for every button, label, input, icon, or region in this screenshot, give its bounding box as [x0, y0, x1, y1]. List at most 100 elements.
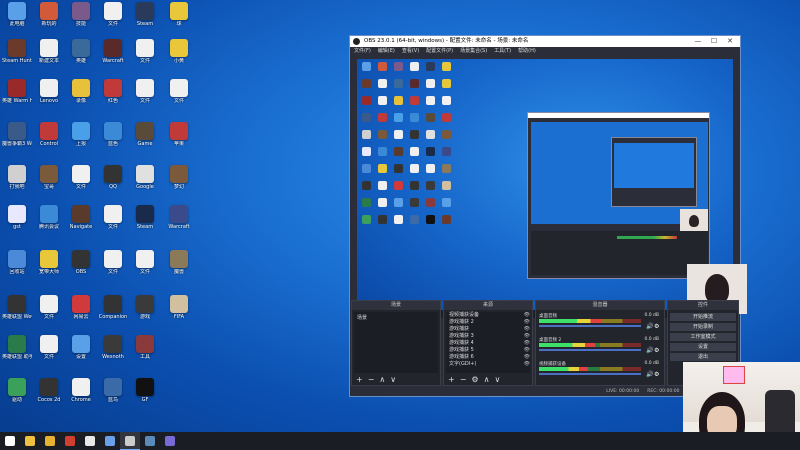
- add-source-icon[interactable]: +: [448, 375, 455, 384]
- taskbar-doc-button[interactable]: [100, 432, 120, 450]
- volume-slider[interactable]: [539, 325, 641, 327]
- visibility-eye-icon[interactable]: 👁: [516, 312, 530, 319]
- desktop-icon[interactable]: 英雄联盟 助手: [2, 335, 32, 360]
- source-item[interactable]: 文字(GDI+) 👁: [446, 361, 530, 368]
- remove-scene-icon[interactable]: −: [368, 375, 375, 384]
- source-item[interactable]: 游戏捕获 5 👁: [446, 347, 530, 354]
- source-item[interactable]: 游戏捕获 2 👁: [446, 319, 530, 326]
- source-settings-icon[interactable]: ⚙: [471, 375, 478, 384]
- desktop-icon[interactable]: 此电脑: [2, 2, 32, 27]
- taskbar-windows-start-button[interactable]: [0, 432, 20, 450]
- gear-icon[interactable]: ⚙: [654, 323, 660, 330]
- desktop-icon[interactable]: Control: [34, 122, 64, 147]
- desktop-icon[interactable]: 蓝鸟: [98, 378, 128, 403]
- close-button[interactable]: ✕: [722, 36, 738, 47]
- source-item[interactable]: 游戏捕获 👁: [446, 326, 530, 333]
- move-up-icon[interactable]: ∧: [379, 375, 385, 384]
- move-up-icon[interactable]: ∧: [484, 375, 490, 384]
- desktop-icon[interactable]: 文件: [130, 250, 160, 275]
- desktop-icon[interactable]: 梦幻: [164, 165, 194, 190]
- desktop-icon[interactable]: 新建文本: [34, 39, 64, 64]
- speaker-icon[interactable]: 🔊: [646, 371, 653, 378]
- menu-edit[interactable]: 编辑(E): [378, 47, 395, 56]
- desktop-icon[interactable]: Steam: [130, 205, 160, 230]
- volume-slider[interactable]: [539, 349, 641, 351]
- desktop-icon[interactable]: OBS: [66, 250, 96, 275]
- visibility-eye-icon[interactable]: 👁: [516, 326, 530, 333]
- desktop-icon[interactable]: Wesnoth: [98, 335, 128, 360]
- desktop-icon[interactable]: QQ: [98, 165, 128, 190]
- obs-window[interactable]: OBS 23.0.1 (64-bit, windows) - 配置文件: 未命名…: [349, 35, 747, 397]
- settings-button[interactable]: 设置: [670, 343, 736, 351]
- desktop-icon[interactable]: 录像: [66, 79, 96, 104]
- source-item[interactable]: 视频捕获设备 👁: [446, 312, 530, 319]
- desktop-icon[interactable]: 文件: [34, 335, 64, 360]
- move-down-icon[interactable]: ∨: [390, 375, 396, 384]
- taskbar-steam-button[interactable]: [140, 432, 160, 450]
- visibility-eye-icon[interactable]: 👁: [516, 354, 530, 361]
- scene-item[interactable]: 场景: [354, 312, 438, 323]
- desktop-icon[interactable]: 新玩的: [34, 2, 64, 27]
- desktop-icon[interactable]: Game: [130, 122, 160, 147]
- desktop-icon[interactable]: 腾讯会议: [34, 205, 64, 230]
- desktop-icon[interactable]: 游戏: [130, 295, 160, 320]
- move-down-icon[interactable]: ∨: [494, 375, 500, 384]
- gear-icon[interactable]: ⚙: [654, 347, 660, 354]
- studio-mode-button[interactable]: 工作室模式: [670, 333, 736, 341]
- desktop-icon[interactable]: 小黄: [164, 39, 194, 64]
- desktop-icon[interactable]: 红色: [98, 79, 128, 104]
- desktop-icon[interactable]: 文件: [130, 79, 160, 104]
- desktop-icon[interactable]: 文件: [34, 295, 64, 320]
- desktop-icon[interactable]: 魔兽: [164, 250, 194, 275]
- maximize-button[interactable]: ☐: [706, 36, 722, 47]
- volume-slider[interactable]: [539, 373, 641, 375]
- add-scene-icon[interactable]: +: [356, 375, 363, 384]
- remove-source-icon[interactable]: −: [460, 375, 467, 384]
- source-item[interactable]: 游戏捕获 6 👁: [446, 354, 530, 361]
- desktop-icon[interactable]: 魔兽争霸3 World Editor: [2, 122, 32, 147]
- visibility-eye-icon[interactable]: 👁: [516, 333, 530, 340]
- taskbar-obs-button[interactable]: [120, 432, 140, 450]
- gear-icon[interactable]: ⚙: [654, 371, 660, 378]
- speaker-icon[interactable]: 🔊: [646, 347, 653, 354]
- taskbar-folder-button[interactable]: [40, 432, 60, 450]
- desktop-icon[interactable]: 设置: [66, 335, 96, 360]
- visibility-eye-icon[interactable]: 👁: [516, 319, 530, 326]
- desktop-icon[interactable]: gst: [2, 205, 32, 230]
- desktop-icon[interactable]: 文件: [130, 39, 160, 64]
- obs-title-bar[interactable]: OBS 23.0.1 (64-bit, windows) - 配置文件: 未命名…: [350, 36, 740, 47]
- desktop-icon[interactable]: 宽带大师: [34, 250, 64, 275]
- desktop-icon[interactable]: 文件: [66, 165, 96, 190]
- desktop-icon[interactable]: 文件: [98, 250, 128, 275]
- desktop-icon[interactable]: 蓝色: [98, 122, 128, 147]
- menu-scene-collection[interactable]: 场景集合(S): [460, 47, 487, 56]
- visibility-eye-icon[interactable]: 👁: [516, 347, 530, 354]
- desktop-icon[interactable]: 网易云: [66, 295, 96, 320]
- start-recording-button[interactable]: 开始录制: [670, 323, 736, 331]
- desktop-icon[interactable]: 英雄 Warm Hero: [2, 79, 32, 104]
- desktop-icon[interactable]: 文件: [98, 2, 128, 27]
- source-item[interactable]: 游戏捕获 4 👁: [446, 340, 530, 347]
- desktop-icon[interactable]: Companion: [98, 295, 128, 320]
- taskbar-app-button[interactable]: [160, 432, 180, 450]
- speaker-icon[interactable]: 🔊: [646, 323, 653, 330]
- desktop-icon[interactable]: 文件: [164, 79, 194, 104]
- desktop-icon[interactable]: Google: [130, 165, 160, 190]
- menu-tools[interactable]: 工具(T): [494, 47, 511, 56]
- menu-file[interactable]: 文件(F): [354, 47, 371, 56]
- desktop-icon[interactable]: Warcraft: [98, 39, 128, 64]
- taskbar-file-explorer-button[interactable]: [20, 432, 40, 450]
- taskbar-chrome-button[interactable]: [60, 432, 80, 450]
- desktop-icon[interactable]: GF: [130, 378, 160, 403]
- minimize-button[interactable]: —: [690, 36, 706, 47]
- desktop-icon[interactable]: FIFA: [164, 295, 194, 320]
- desktop-icon[interactable]: Steam Hunter: [2, 39, 32, 64]
- desktop-icon[interactable]: 驱动: [2, 378, 32, 403]
- menu-help[interactable]: 帮助(H): [518, 47, 536, 56]
- desktop-icon[interactable]: 回收站: [2, 250, 32, 275]
- desktop-icon[interactable]: 英雄: [66, 39, 96, 64]
- desktop-icon[interactable]: 打我吧: [2, 165, 32, 190]
- desktop-icon[interactable]: Steam: [130, 2, 160, 27]
- source-item[interactable]: 游戏捕获 3 👁: [446, 333, 530, 340]
- desktop-icon[interactable]: Lenovo: [34, 79, 64, 104]
